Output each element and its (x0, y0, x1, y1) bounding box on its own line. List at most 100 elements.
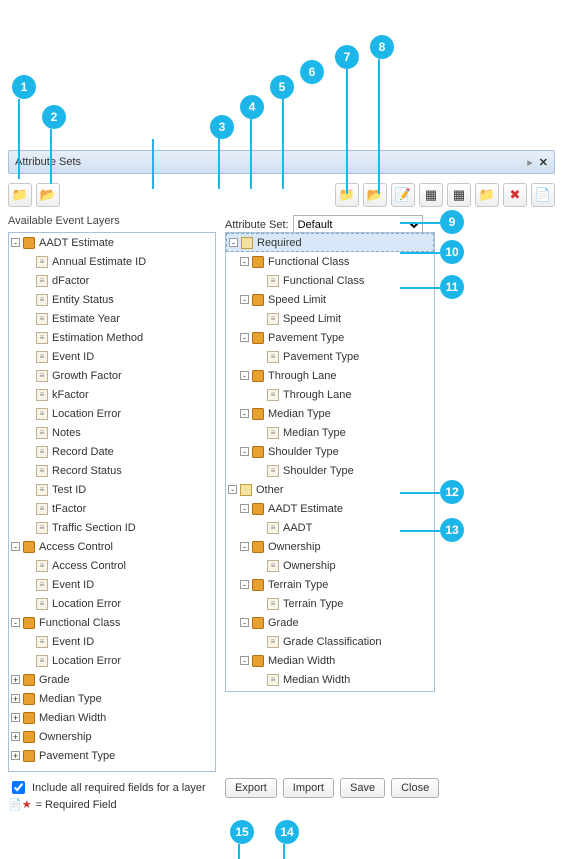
attr-node[interactable]: Test ID (9, 480, 215, 499)
layer-node[interactable]: -Grade (226, 613, 434, 632)
layer-icon (23, 237, 35, 249)
attr-node[interactable]: Median Width (226, 670, 434, 689)
layer-node[interactable]: +Median Width (9, 708, 215, 727)
new-set-button[interactable]: 📝 (391, 183, 415, 207)
toggle-icon[interactable]: - (229, 238, 238, 247)
save-button[interactable]: Save (340, 778, 385, 798)
layer-node[interactable]: -Terrain Type (226, 575, 434, 594)
toggle-icon[interactable]: - (240, 257, 249, 266)
attr-node[interactable]: Ownership (226, 556, 434, 575)
callout-7: 7 (335, 45, 359, 69)
toggle-icon[interactable]: + (11, 751, 20, 760)
toggle-icon[interactable]: - (240, 542, 249, 551)
attr-icon (36, 294, 48, 306)
toggle-icon[interactable]: - (240, 656, 249, 665)
attr-node[interactable]: Median Type (226, 423, 434, 442)
attr-node[interactable]: Estimate Year (9, 309, 215, 328)
toggle-icon[interactable]: - (240, 580, 249, 589)
attr-node[interactable]: Speed Limit (226, 309, 434, 328)
attr-node[interactable]: dFactor (9, 271, 215, 290)
attr-node[interactable]: Location Error (9, 651, 215, 670)
layer-node[interactable]: +Grade (9, 670, 215, 689)
add-group-button[interactable]: ▦ (419, 183, 443, 207)
toggle-icon[interactable]: - (240, 504, 249, 513)
include-required-checkbox[interactable] (12, 781, 25, 794)
attr-node[interactable]: Traffic Section ID (9, 518, 215, 537)
delete-button[interactable]: ✖ (503, 183, 527, 207)
attr-node[interactable]: Shoulder Type (226, 461, 434, 480)
toggle-icon[interactable]: + (11, 713, 20, 722)
toggle-icon[interactable]: - (240, 618, 249, 627)
callout-1: 1 (12, 75, 36, 99)
attr-node[interactable]: Record Status (9, 461, 215, 480)
folder-add-button[interactable]: 📁 (475, 183, 499, 207)
attr-node[interactable]: Location Error (9, 594, 215, 613)
toggle-icon[interactable]: - (240, 295, 249, 304)
attr-node[interactable]: Event ID (9, 575, 215, 594)
toggle-icon[interactable]: + (11, 675, 20, 684)
attr-node[interactable]: Estimation Method (9, 328, 215, 347)
layer-node[interactable]: -AADT Estimate (9, 233, 215, 252)
attr-node[interactable]: Event ID (9, 347, 215, 366)
remove-group-button[interactable]: ▦ (447, 183, 471, 207)
attr-node[interactable]: kFactor (9, 385, 215, 404)
toggle-icon[interactable]: + (11, 732, 20, 741)
layer-node[interactable]: +Median Type (9, 689, 215, 708)
toggle-icon[interactable]: - (228, 485, 237, 494)
attr-node[interactable]: Entity Status (9, 290, 215, 309)
attr-node[interactable]: AADT (226, 518, 434, 537)
toggle-icon[interactable]: - (240, 409, 249, 418)
attr-node[interactable]: Growth Factor (9, 366, 215, 385)
toggle-icon[interactable]: - (11, 618, 20, 627)
callout-13: 13 (440, 518, 464, 542)
attr-node[interactable]: Access Control (9, 556, 215, 575)
settings-button[interactable]: 📄 (531, 183, 555, 207)
attr-node[interactable]: tFactor (9, 499, 215, 518)
close-button[interactable]: Close (391, 778, 439, 798)
node-label: Pavement Type (283, 351, 359, 363)
folder-node[interactable]: -Other (226, 480, 434, 499)
attr-node[interactable]: Terrain Type (226, 594, 434, 613)
available-layers-tree[interactable]: -AADT EstimateAnnual Estimate IDdFactorE… (8, 232, 216, 772)
attr-node[interactable]: Notes (9, 423, 215, 442)
collapse-all-button[interactable]: 📂 (36, 183, 60, 207)
node-label: Estimation Method (52, 332, 143, 344)
layer-node[interactable]: -Shoulder Type (226, 442, 434, 461)
attribute-set-tree[interactable]: -Required-Functional Class Functional Cla… (225, 232, 435, 692)
layer-node[interactable]: -Through Lane (226, 366, 434, 385)
layer-node[interactable]: -Speed Limit (226, 290, 434, 309)
toggle-icon[interactable]: - (240, 447, 249, 456)
attr-node[interactable]: Annual Estimate ID (9, 252, 215, 271)
layer-node[interactable]: -Ownership (226, 537, 434, 556)
close-icon[interactable]: ✕ (539, 156, 548, 169)
attr-node[interactable]: Record Date (9, 442, 215, 461)
node-label: Record Status (52, 465, 122, 477)
attr-node[interactable]: Event ID (9, 632, 215, 651)
toggle-icon[interactable]: - (11, 238, 20, 247)
attr-node[interactable]: Through Lane (226, 385, 434, 404)
toggle-icon[interactable]: - (240, 371, 249, 380)
export-button[interactable]: Export (225, 778, 277, 798)
import-button[interactable]: Import (283, 778, 334, 798)
toggle-icon[interactable]: - (240, 333, 249, 342)
move-left-button[interactable]: 📂 (363, 183, 387, 207)
attr-node[interactable]: Location Error (9, 404, 215, 423)
attr-icon (36, 579, 48, 591)
attr-node[interactable]: Grade Classification (226, 632, 434, 651)
folder-node[interactable]: -Required (226, 233, 434, 252)
layer-node[interactable]: -Pavement Type (226, 328, 434, 347)
layer-node[interactable]: -Median Width (226, 651, 434, 670)
layer-node[interactable]: -AADT Estimate (226, 499, 434, 518)
toggle-icon[interactable]: + (11, 694, 20, 703)
layer-node[interactable]: -Median Type (226, 404, 434, 423)
layer-node[interactable]: +Ownership (9, 727, 215, 746)
layer-node[interactable]: -Functional Class (9, 613, 215, 632)
layer-node[interactable]: -Access Control (9, 537, 215, 556)
layer-node[interactable]: +Pavement Type (9, 746, 215, 765)
expand-all-button[interactable]: 📁 (8, 183, 32, 207)
node-label: Functional Class (283, 275, 364, 287)
attr-node[interactable]: Pavement Type (226, 347, 434, 366)
collapse-arrow-icon[interactable]: ▸ (527, 156, 533, 169)
toggle-icon[interactable]: - (11, 542, 20, 551)
layer-node[interactable]: -Functional Class (226, 252, 434, 271)
